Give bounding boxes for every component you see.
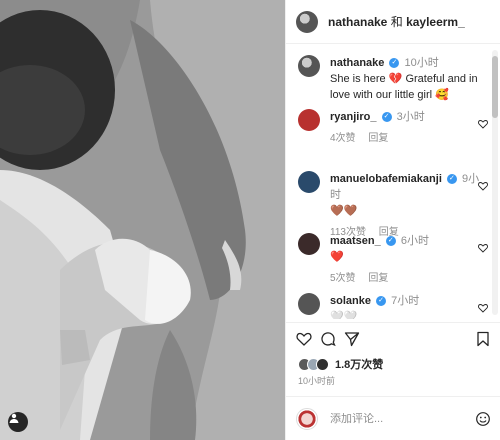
verified-badge-icon: ✓ — [389, 58, 400, 69]
caption-text: She is here 💔 Grateful and in love with … — [330, 73, 478, 101]
post-header: nathanake 和 kayleerm_ — [286, 0, 500, 44]
heart-icon[interactable] — [296, 331, 312, 347]
comment-like-heart-icon[interactable] — [478, 181, 488, 191]
post-photo[interactable] — [0, 0, 285, 440]
verified-badge-icon: ✓ — [376, 296, 387, 307]
scrollbar-thumb[interactable] — [492, 56, 498, 118]
comment-text: ❤️ — [330, 251, 344, 263]
share-icon[interactable] — [344, 331, 360, 347]
comment-username[interactable]: ryanjiro_ — [330, 111, 376, 123]
comment-text: 🤍🤍 — [330, 311, 358, 319]
post-authors: nathanake 和 kayleerm_ — [328, 13, 465, 30]
avatar[interactable] — [298, 109, 320, 131]
caption-time[interactable]: 10小时 — [405, 57, 439, 69]
comment-username[interactable]: solanke — [330, 295, 371, 307]
likes-summary[interactable]: 1.8万次赞 — [298, 356, 383, 372]
author-avatar[interactable] — [296, 10, 318, 33]
post-details-panel: nathanake 和 kayleerm_ nathanake ✓ 10小时 S… — [285, 0, 500, 440]
post-caption: nathanake ✓ 10小时 She is here 💔 Grateful … — [298, 55, 488, 103]
comment-time[interactable]: 6小时 — [401, 235, 429, 247]
verified-badge-icon: ✓ — [381, 112, 392, 123]
user-tag-icon — [9, 413, 19, 423]
comment-item: ryanjiro_ ✓ 3小时 4次赞 回复 — [298, 109, 488, 147]
current-user-avatar — [296, 407, 318, 430]
avatar[interactable] — [298, 171, 320, 193]
emoji-icon[interactable] — [475, 411, 491, 427]
comment-like-heart-icon[interactable] — [478, 243, 488, 253]
post-timestamp[interactable]: 10小时前 — [298, 374, 335, 387]
reply-button[interactable]: 回复 — [368, 273, 388, 284]
reply-button[interactable]: 回复 — [368, 133, 388, 144]
comment-input[interactable] — [330, 412, 475, 425]
comment-time[interactable]: 7小时 — [391, 295, 419, 307]
comment-item: maatsen_ ✓ 6小时 ❤️ 5次赞 回复 — [298, 233, 488, 287]
likes-count[interactable]: 1.8万次赞 — [335, 356, 383, 372]
comment-likes[interactable]: 4次赞 — [330, 133, 356, 144]
comment-likes[interactable]: 5次赞 — [330, 273, 356, 284]
verified-badge-icon: ✓ — [446, 174, 457, 185]
comment-like-heart-icon[interactable] — [478, 303, 488, 313]
comment-item: manuelobafemiakanji ✓ 9小时 🤎🤎 113次赞 回复 — [298, 171, 488, 241]
coauthor-link[interactable]: kayleerm_ — [406, 15, 465, 29]
comment-item: solanke ✓ 7小时 🤍🤍 — [298, 293, 488, 319]
author-link[interactable]: nathanake — [328, 15, 387, 29]
post-actions-bar — [286, 322, 500, 354]
comment-composer — [286, 396, 500, 440]
avatar[interactable] — [298, 233, 320, 255]
instagram-post-viewer: nathanake 和 kayleerm_ nathanake ✓ 10小时 S… — [0, 0, 500, 440]
comment-text: 🤎🤎 — [330, 205, 358, 217]
comment-icon[interactable] — [320, 331, 336, 347]
comment-like-heart-icon[interactable] — [478, 119, 488, 129]
avatar[interactable] — [298, 293, 320, 315]
photo-illustration — [0, 0, 285, 440]
avatar[interactable] — [298, 55, 320, 77]
comments-scrollbar[interactable] — [492, 50, 498, 315]
caption-username[interactable]: nathanake — [330, 57, 384, 69]
comment-time[interactable]: 3小时 — [397, 111, 425, 123]
liker-avatar — [316, 357, 329, 371]
user-tag-button[interactable] — [8, 412, 28, 432]
verified-badge-icon: ✓ — [385, 236, 396, 247]
comments-scroll-area[interactable]: nathanake ✓ 10小时 She is here 💔 Grateful … — [286, 45, 500, 319]
bookmark-icon[interactable] — [475, 331, 491, 347]
comment-username[interactable]: manuelobafemiakanji — [330, 173, 442, 185]
comment-username[interactable]: maatsen_ — [330, 235, 381, 247]
authors-separator: 和 — [390, 15, 403, 29]
